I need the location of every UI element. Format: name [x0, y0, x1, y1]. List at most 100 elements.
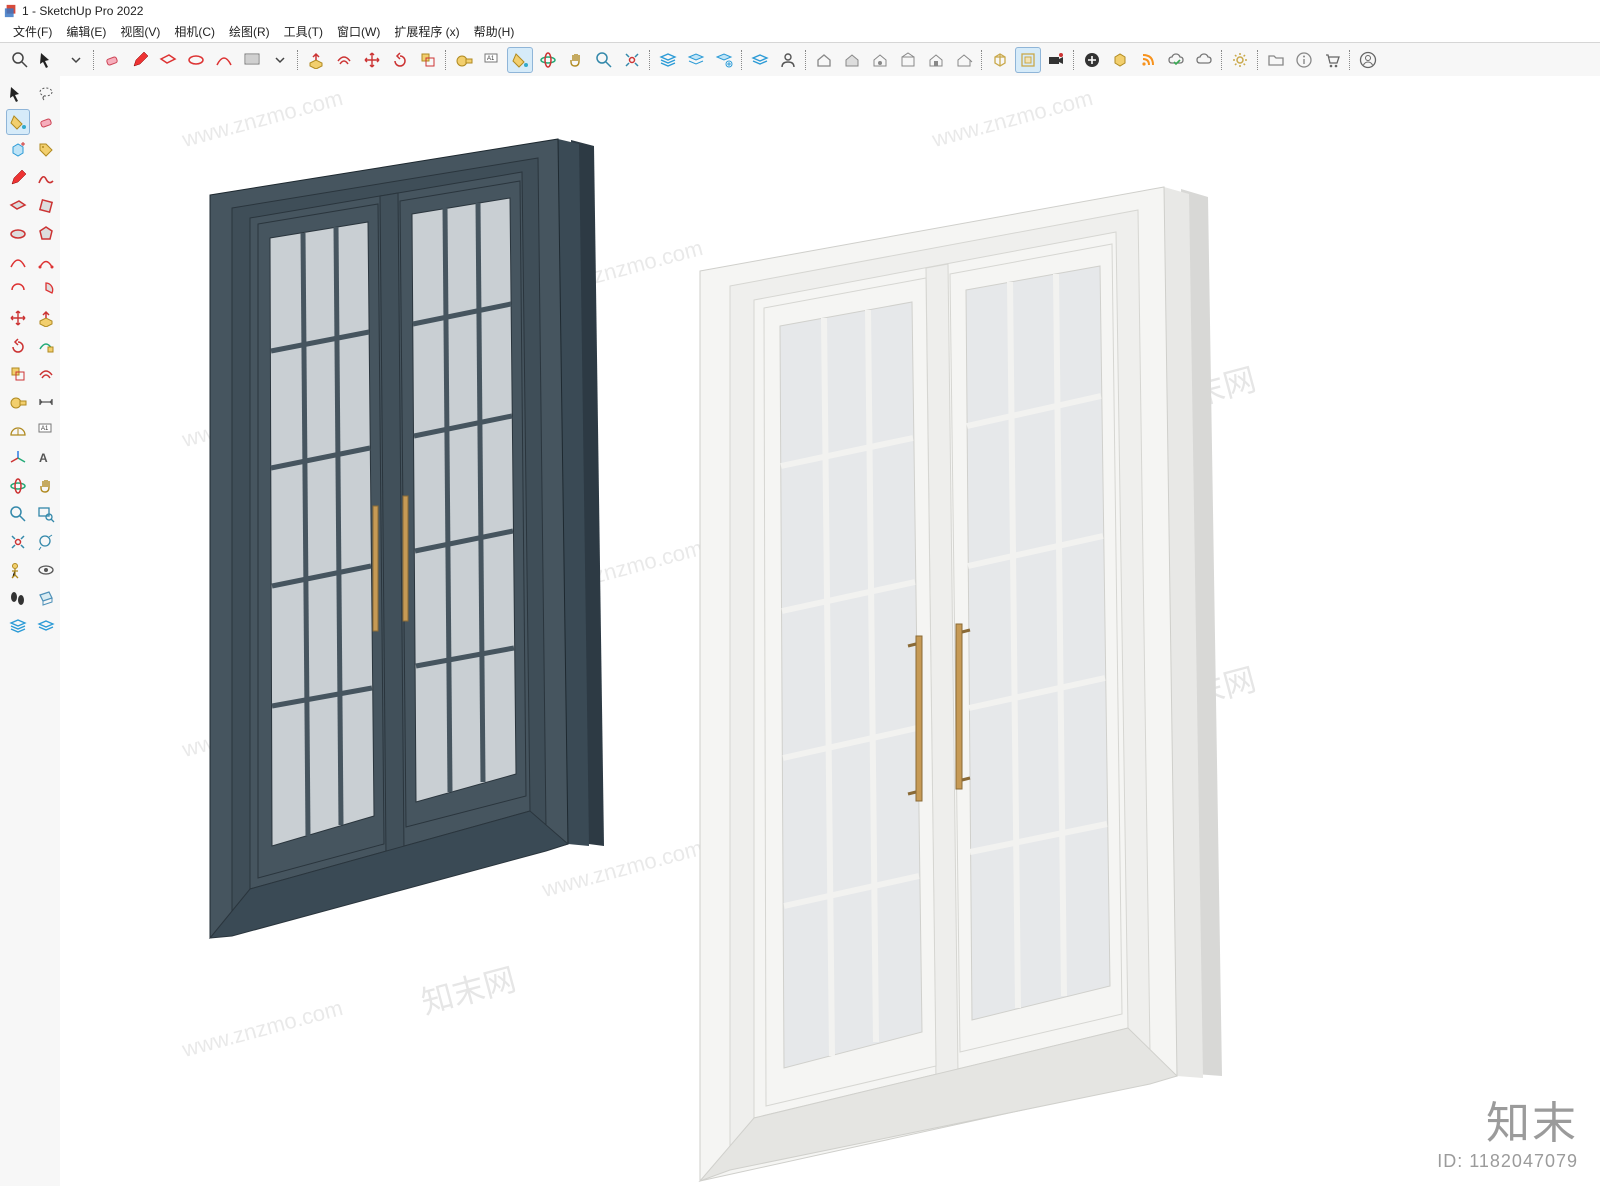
freehand-icon[interactable]: [34, 165, 58, 191]
arc-tool-icon[interactable]: [211, 47, 237, 73]
zoom-icon[interactable]: [6, 501, 30, 527]
move-icon[interactable]: [359, 47, 385, 73]
pan-icon[interactable]: [563, 47, 589, 73]
layers4-icon[interactable]: [747, 47, 773, 73]
scale-icon[interactable]: [6, 361, 30, 387]
followme-icon[interactable]: [34, 333, 58, 359]
gear-icon[interactable]: [1227, 47, 1253, 73]
brand-name: 知末: [1437, 1087, 1578, 1151]
layers1-icon[interactable]: [655, 47, 681, 73]
tape-measure-icon[interactable]: [451, 47, 477, 73]
warehouse5-icon[interactable]: [923, 47, 949, 73]
pencil-icon[interactable]: [6, 165, 30, 191]
menu-tools[interactable]: 工具(T): [277, 22, 330, 42]
arc3-tool-icon[interactable]: [6, 277, 30, 303]
pie-tool-icon[interactable]: [34, 277, 58, 303]
circle-tool-icon[interactable]: [183, 47, 209, 73]
warehouse6-icon[interactable]: [951, 47, 977, 73]
viewport[interactable]: www.znzmo.com www.znzmo.com www.znzmo.co…: [60, 76, 1600, 1186]
search-icon[interactable]: [7, 47, 33, 73]
scale-icon[interactable]: [415, 47, 441, 73]
layers-b-icon[interactable]: [34, 613, 58, 639]
arc-tool-icon[interactable]: [6, 249, 30, 275]
pushpull-icon[interactable]: [34, 305, 58, 331]
menu-file[interactable]: 文件(F): [6, 22, 59, 42]
corner-brand: 知末 ID: 1182047079: [1437, 1087, 1578, 1172]
add-circle-icon[interactable]: [1079, 47, 1105, 73]
rectangle-tool-icon[interactable]: [6, 193, 30, 219]
cloud-icon[interactable]: [1191, 47, 1217, 73]
rotated-rect-icon[interactable]: [34, 193, 58, 219]
polygon-tool-icon[interactable]: [34, 221, 58, 247]
warehouse4-icon[interactable]: [895, 47, 921, 73]
rotate-icon[interactable]: [6, 333, 30, 359]
eraser-icon[interactable]: [34, 109, 58, 135]
camera-icon[interactable]: [1043, 47, 1069, 73]
menu-window[interactable]: 窗口(W): [330, 22, 387, 42]
menu-view[interactable]: 视图(V): [113, 22, 167, 42]
menu-edit[interactable]: 编辑(E): [59, 22, 113, 42]
eraser-icon[interactable]: [99, 47, 125, 73]
text-tool-icon[interactable]: A1: [479, 47, 505, 73]
shapes-dropdown-icon[interactable]: [239, 47, 265, 73]
tape-measure-icon[interactable]: [6, 389, 30, 415]
toolbar-left: A1 A: [0, 76, 61, 1186]
box3d-icon[interactable]: [1107, 47, 1133, 73]
zoom-previous-icon[interactable]: [34, 529, 58, 555]
orbit-icon[interactable]: [6, 473, 30, 499]
text-label-icon[interactable]: A1: [34, 417, 58, 443]
component2-icon[interactable]: [1015, 47, 1041, 73]
user-icon[interactable]: [775, 47, 801, 73]
menu-draw[interactable]: 绘图(R): [222, 22, 277, 42]
menu-camera[interactable]: 相机(C): [167, 22, 222, 42]
offset-icon[interactable]: [331, 47, 357, 73]
tag-icon[interactable]: [34, 137, 58, 163]
menu-extensions[interactable]: 扩展程序 (x): [387, 22, 466, 42]
paint-bucket-icon[interactable]: [507, 47, 533, 73]
info-icon[interactable]: [1291, 47, 1317, 73]
axes-icon[interactable]: [6, 445, 30, 471]
protractor-icon[interactable]: [6, 417, 30, 443]
select-tool-icon[interactable]: [6, 81, 30, 107]
warehouse3-icon[interactable]: [867, 47, 893, 73]
offset-icon[interactable]: [34, 361, 58, 387]
walk-icon[interactable]: [6, 585, 30, 611]
look-around-icon[interactable]: [34, 557, 58, 583]
warehouse2-icon[interactable]: [839, 47, 865, 73]
rotate-icon[interactable]: [387, 47, 413, 73]
3d-text-icon[interactable]: A: [34, 445, 58, 471]
zoom-icon[interactable]: [591, 47, 617, 73]
pushpull-icon[interactable]: [303, 47, 329, 73]
section-plane-icon[interactable]: [34, 585, 58, 611]
layers-a-icon[interactable]: [6, 613, 30, 639]
cube-add-icon[interactable]: [6, 137, 30, 163]
folder-icon[interactable]: [1263, 47, 1289, 73]
circle-tool-icon[interactable]: [6, 221, 30, 247]
select-tool-icon[interactable]: [35, 47, 61, 73]
component1-icon[interactable]: [987, 47, 1013, 73]
position-camera-icon[interactable]: [6, 557, 30, 583]
dimension-icon[interactable]: [34, 389, 58, 415]
arc2-tool-icon[interactable]: [34, 249, 58, 275]
account-icon[interactable]: [1355, 47, 1381, 73]
expand-down-icon[interactable]: [63, 47, 89, 73]
zoom-extents-icon[interactable]: [6, 529, 30, 555]
move-icon[interactable]: [6, 305, 30, 331]
rectangle-tool-icon[interactable]: [155, 47, 181, 73]
warehouse1-icon[interactable]: [811, 47, 837, 73]
cart-icon[interactable]: [1319, 47, 1345, 73]
menu-help[interactable]: 帮助(H): [467, 22, 522, 42]
zoom-window-icon[interactable]: [34, 501, 58, 527]
cloud-check-icon[interactable]: [1163, 47, 1189, 73]
layers2-icon[interactable]: [683, 47, 709, 73]
zoom-extents-icon[interactable]: [619, 47, 645, 73]
pencil-icon[interactable]: [127, 47, 153, 73]
rss-icon[interactable]: [1135, 47, 1161, 73]
svg-text:A1: A1: [41, 426, 49, 432]
dropdown-icon[interactable]: [267, 47, 293, 73]
lasso-icon[interactable]: [34, 81, 58, 107]
layers3-icon[interactable]: [711, 47, 737, 73]
paint-bucket-icon[interactable]: [6, 109, 30, 135]
orbit-icon[interactable]: [535, 47, 561, 73]
pan-icon[interactable]: [34, 473, 58, 499]
